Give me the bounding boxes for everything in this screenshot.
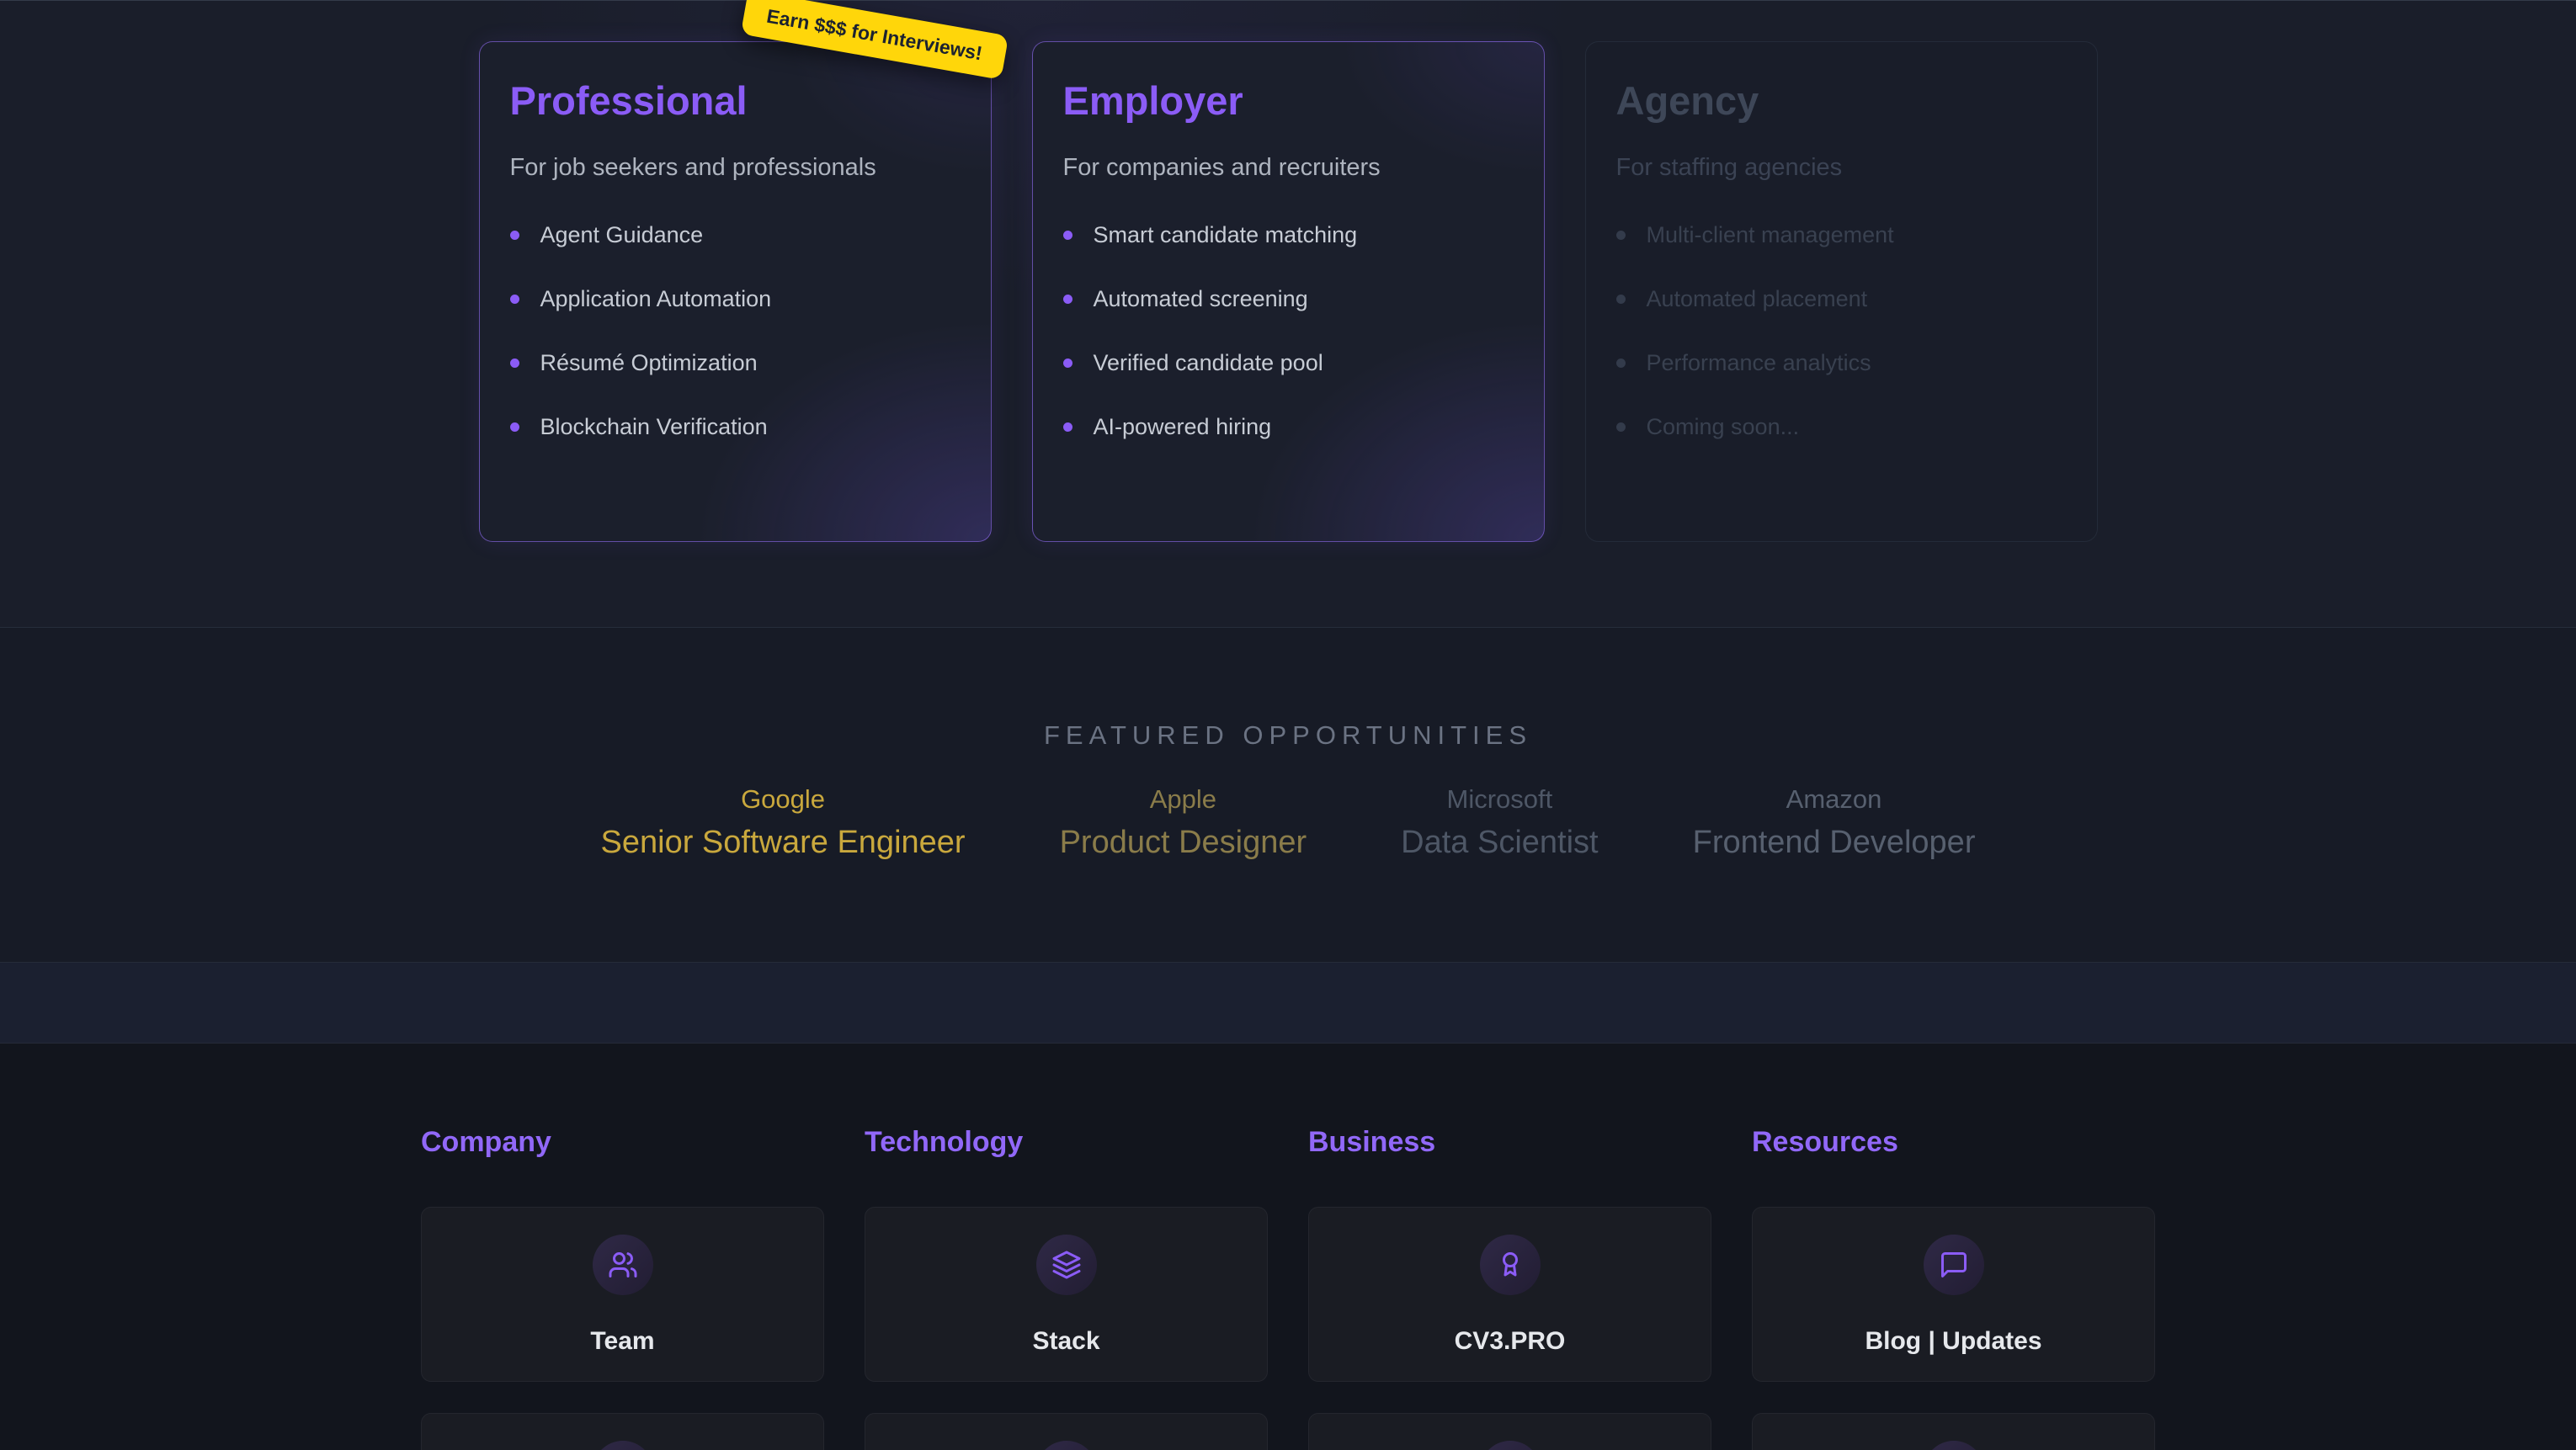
plan-feature: Automated screening	[1063, 286, 1514, 312]
featured-company: Amazon	[1693, 784, 1976, 815]
plan-feature: Application Automation	[510, 286, 961, 312]
featured-company: Microsoft	[1401, 784, 1598, 815]
plan-feature: Coming soon...	[1616, 414, 2067, 440]
plan-feature: AI-powered hiring	[1063, 414, 1514, 440]
bullet-dot-icon	[510, 422, 519, 432]
featured-title: FEATURED OPPORTUNITIES	[0, 628, 2576, 751]
plan-feature: Agent Guidance	[510, 222, 961, 248]
featured-row: Google Senior Software Engineer Apple Pr…	[0, 784, 2576, 861]
plan-feature: Verified candidate pool	[1063, 350, 1514, 376]
footer-card-cv3pro[interactable]: CV3.PRO	[1308, 1207, 1711, 1382]
footer-card-icon	[593, 1441, 653, 1450]
plan-feature: Multi-client management	[1616, 222, 2067, 248]
bullet-dot-icon	[1616, 231, 1626, 240]
featured-company: Google	[601, 784, 966, 815]
plan-card-professional[interactable]: Professional For job seekers and profess…	[479, 41, 992, 542]
bullet-dot-icon	[1063, 359, 1072, 368]
plan-title: Agency	[1616, 77, 2067, 124]
feature-label: Application Automation	[540, 286, 772, 312]
footer-card-label: Team	[590, 1327, 654, 1356]
bullet-dot-icon	[1616, 295, 1626, 304]
footer-card-icon	[1480, 1441, 1541, 1450]
feature-label: Résumé Optimization	[540, 350, 758, 376]
footer-column-company: Company Team	[421, 1126, 824, 1450]
footer-heading: Business	[1308, 1126, 1711, 1159]
plan-feature: Résumé Optimization	[510, 350, 961, 376]
plan-feature: Blockchain Verification	[510, 414, 961, 440]
footer-card-label: CV3.PRO	[1455, 1327, 1566, 1356]
footer-card-row2[interactable]	[1752, 1413, 2155, 1450]
feature-label: AI-powered hiring	[1094, 414, 1272, 440]
plans-row: Professional For job seekers and profess…	[0, 1, 2576, 542]
footer-card-icon	[1924, 1441, 1984, 1450]
feature-label: Verified candidate pool	[1094, 350, 1323, 376]
bullet-dot-icon	[510, 359, 519, 368]
footer-heading: Resources	[1752, 1126, 2155, 1159]
featured-role: Senior Software Engineer	[601, 825, 966, 861]
plan-subtitle: For companies and recruiters	[1063, 154, 1514, 182]
footer: Company Team Technology Stack	[0, 1044, 2576, 1450]
bullet-dot-icon	[1616, 359, 1626, 368]
footer-heading: Company	[421, 1126, 824, 1159]
featured-role: Data Scientist	[1401, 825, 1598, 861]
footer-column-resources: Resources Blog | Updates	[1752, 1126, 2155, 1450]
plan-feature: Performance analytics	[1616, 350, 2067, 376]
footer-card-icon	[1036, 1441, 1097, 1450]
plan-subtitle: For staffing agencies	[1616, 154, 2067, 182]
feature-label: Multi-client management	[1647, 222, 1894, 248]
footer-grid: Company Team Technology Stack	[421, 1044, 2155, 1450]
feature-label: Smart candidate matching	[1094, 222, 1358, 248]
footer-card-stack[interactable]: Stack	[865, 1207, 1268, 1382]
footer-card-label: Stack	[1032, 1327, 1099, 1356]
bullet-dot-icon	[1063, 295, 1072, 304]
bullet-dot-icon	[510, 295, 519, 304]
plan-feature: Smart candidate matching	[1063, 222, 1514, 248]
featured-item-1[interactable]: Apple Product Designer	[1060, 784, 1307, 861]
footer-card-row2[interactable]	[1308, 1413, 1711, 1450]
footer-card-label: Blog | Updates	[1865, 1327, 2041, 1356]
feature-label: Performance analytics	[1647, 350, 1871, 376]
plans-section: Earn $$$ for Interviews! Professional Fo…	[0, 0, 2576, 628]
plan-subtitle: For job seekers and professionals	[510, 154, 961, 182]
footer-card-team[interactable]: Team	[421, 1207, 824, 1382]
bullet-dot-icon	[1063, 422, 1072, 432]
feature-label: Agent Guidance	[540, 222, 704, 248]
featured-item-2[interactable]: Microsoft Data Scientist	[1401, 784, 1598, 861]
feature-label: Automated screening	[1094, 286, 1308, 312]
users-icon	[593, 1235, 653, 1295]
plan-card-agency: Agency For staffing agencies Multi-clien…	[1585, 41, 2098, 542]
bullet-dot-icon	[510, 231, 519, 240]
footer-heading: Technology	[865, 1126, 1268, 1159]
featured-company: Apple	[1060, 784, 1307, 815]
footer-column-technology: Technology Stack	[865, 1126, 1268, 1450]
plan-title: Employer	[1063, 77, 1514, 124]
featured-opportunities-section: FEATURED OPPORTUNITIES Google Senior Sof…	[0, 628, 2576, 963]
bullet-dot-icon	[1616, 422, 1626, 432]
footer-card-row2[interactable]	[421, 1413, 824, 1450]
section-band	[0, 963, 2576, 1044]
feature-label: Blockchain Verification	[540, 414, 768, 440]
layers-icon	[1036, 1235, 1097, 1295]
bullet-dot-icon	[1063, 231, 1072, 240]
footer-card-blog[interactable]: Blog | Updates	[1752, 1207, 2155, 1382]
featured-role: Frontend Developer	[1693, 825, 1976, 861]
featured-role: Product Designer	[1060, 825, 1307, 861]
plan-title: Professional	[510, 77, 961, 124]
featured-item-3[interactable]: Amazon Frontend Developer	[1693, 784, 1976, 861]
message-icon	[1924, 1235, 1984, 1295]
feature-label: Coming soon...	[1647, 414, 1800, 440]
featured-item-0[interactable]: Google Senior Software Engineer	[601, 784, 966, 861]
footer-card-row2[interactable]	[865, 1413, 1268, 1450]
footer-column-business: Business CV3.PRO	[1308, 1126, 1711, 1450]
plan-card-employer[interactable]: Employer For companies and recruiters Sm…	[1032, 41, 1545, 542]
plan-feature: Automated placement	[1616, 286, 2067, 312]
feature-label: Automated placement	[1647, 286, 1868, 312]
award-icon	[1480, 1235, 1541, 1295]
